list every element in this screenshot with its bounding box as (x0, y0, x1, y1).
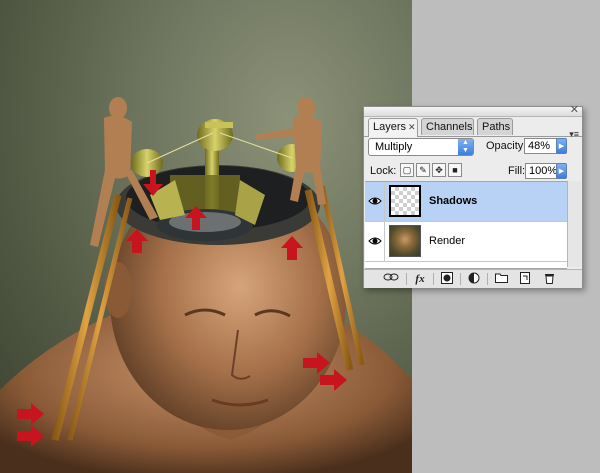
fx-icon[interactable]: fx (411, 272, 429, 286)
layer-thumbnail-shadows (389, 185, 421, 217)
tab-layers[interactable]: Layers ✕ (368, 118, 418, 137)
eye-icon (368, 197, 382, 205)
layer-list: Shadows Render (365, 181, 567, 269)
lock-label: Lock: (370, 165, 397, 177)
footer-divider (406, 273, 407, 285)
panel-titlebar[interactable]: ✕ (364, 104, 582, 117)
mask-icon[interactable] (438, 272, 456, 286)
opacity-value: 48% (528, 140, 551, 152)
footer-divider (487, 273, 488, 285)
lock-position-move-icon[interactable]: ✥ (432, 163, 446, 177)
trash-icon[interactable] (540, 272, 558, 286)
layer-row-shadows[interactable]: Shadows (365, 182, 567, 222)
layer-list-scrollbar[interactable] (567, 181, 581, 267)
visibility-toggle-render[interactable] (365, 222, 385, 261)
panel-menu-icon[interactable]: ▾≡ (569, 130, 579, 139)
tab-channels-label: Channels (426, 121, 473, 133)
fill-field[interactable]: 100% (525, 163, 557, 179)
layer-name-render[interactable]: Render (429, 235, 465, 247)
opacity-slider-button[interactable]: ▶ (556, 138, 567, 154)
panel-footer: fx (364, 269, 582, 288)
tab-paths[interactable]: Paths (477, 118, 513, 135)
eye-icon (368, 237, 382, 245)
lock-transparent-icon[interactable]: ▢ (400, 163, 414, 177)
layers-panel: ✕ Layers ✕ Channels Paths ▾≡ Multiply ▲ ▼ … (363, 104, 583, 288)
link-icon[interactable] (382, 272, 400, 286)
tab-paths-label: Paths (482, 121, 511, 133)
fill-value: 100% (529, 165, 558, 177)
select-arrows-icon: ▲ ▼ (458, 139, 473, 155)
head-machine-illustration (0, 97, 412, 473)
footer-divider (433, 273, 434, 285)
panel-tabs: Layers ✕ Channels Paths ▾≡ (364, 117, 582, 139)
lock-all-padlock-icon[interactable]: ■ (448, 163, 462, 177)
blend-mode-select[interactable]: Multiply ▲ ▼ (368, 138, 474, 156)
fill-label: Fill: (508, 165, 526, 177)
blend-mode-value: Multiply (375, 141, 413, 153)
lock-image-brush-icon[interactable]: ✎ (416, 163, 430, 177)
panel-close-icon[interactable]: ✕ (570, 104, 579, 116)
layer-row-render[interactable]: Render (365, 222, 567, 262)
tab-channels[interactable]: Channels (421, 118, 474, 135)
fill-slider-button[interactable]: ▶ (556, 163, 567, 179)
new-layer-icon[interactable] (516, 272, 534, 286)
artwork-canvas (0, 0, 412, 473)
group-folder-icon[interactable] (492, 272, 510, 286)
visibility-toggle-shadows[interactable] (365, 182, 385, 221)
layer-name-shadows[interactable]: Shadows (429, 195, 477, 207)
adjustment-icon[interactable] (465, 272, 483, 286)
tab-layers-label: Layers (373, 121, 407, 133)
tab-close-icon[interactable]: ✕ (408, 122, 416, 132)
opacity-field[interactable]: 48% (524, 138, 557, 154)
layer-thumbnail-render (389, 225, 421, 257)
footer-divider (460, 273, 461, 285)
opacity-label: Opacity: (486, 140, 527, 152)
